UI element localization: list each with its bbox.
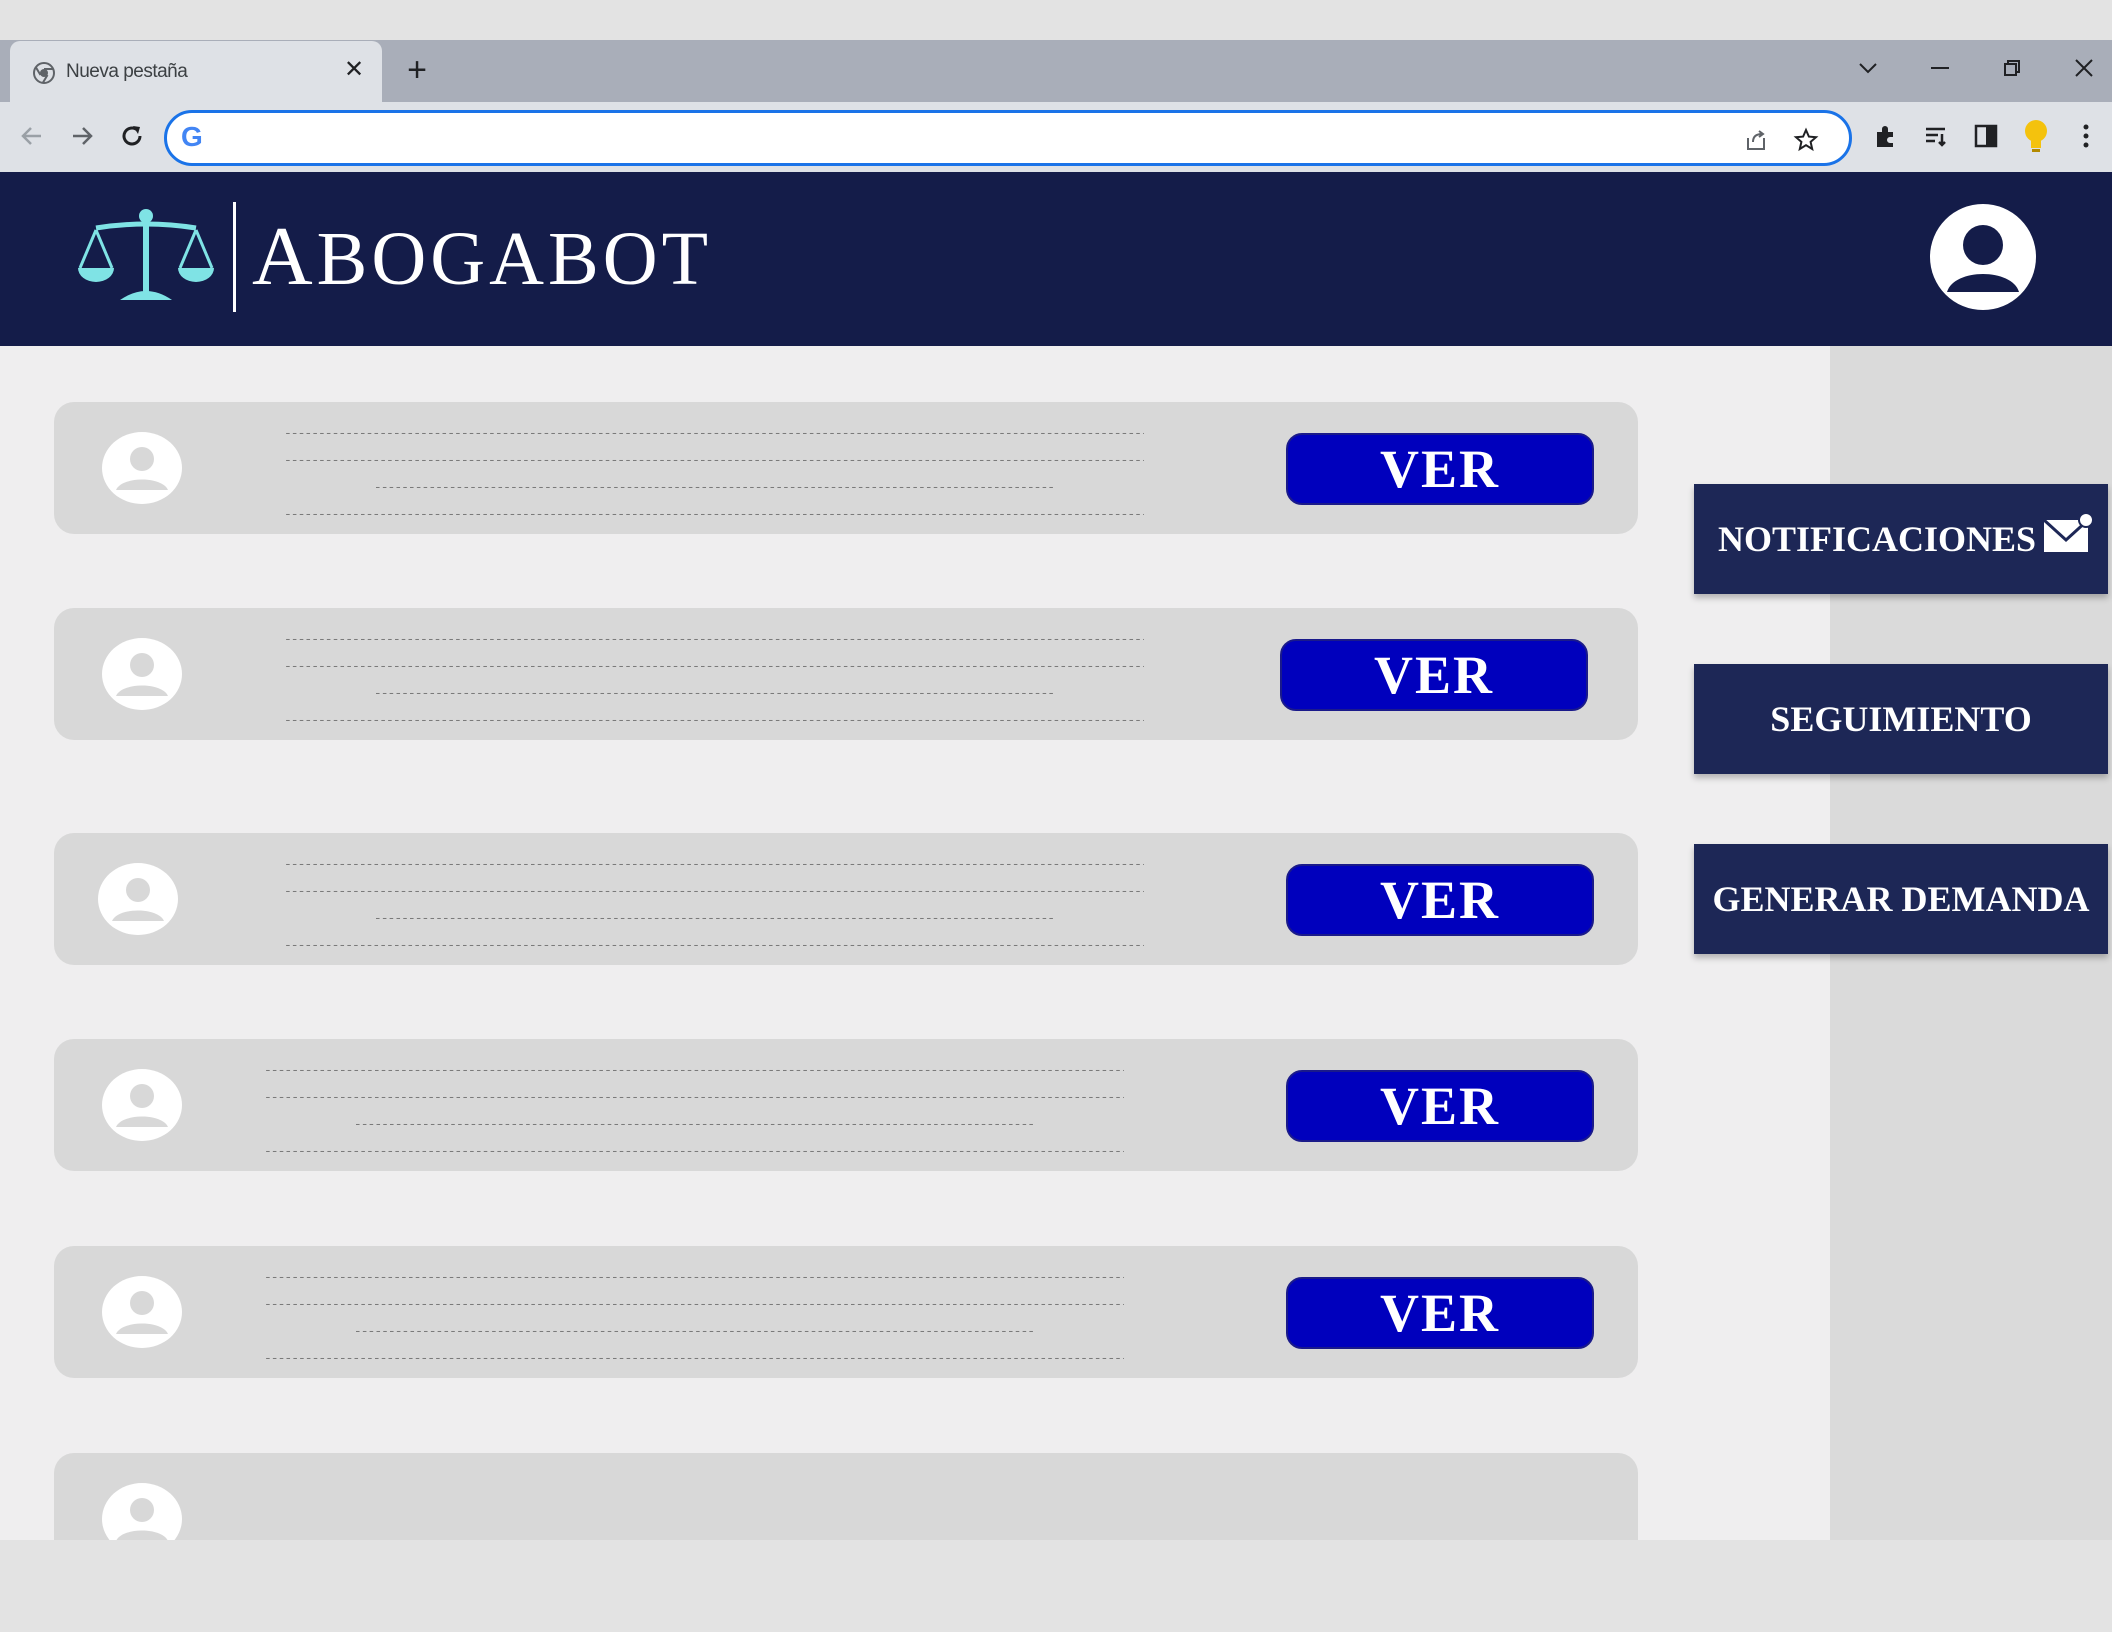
view-case-button[interactable]: VER [1286,433,1594,505]
case-summary: ----------------------------------------… [264,1057,1124,1165]
google-icon: G [181,121,203,152]
case-text-line: ----------------------------------------… [284,857,1144,872]
browser-tab-strip: Nueva pestaña ✕ + [0,40,2112,102]
case-text-line: ----------------------------------------… [284,884,1144,899]
case-card: ----------------------------------------… [54,1246,1638,1378]
extensions-icon[interactable] [1866,116,1906,156]
case-summary: ----------------------------------------… [284,626,1144,734]
share-icon[interactable] [1739,123,1773,157]
case-card: ----------------------------------------… [54,833,1638,965]
reading-list-icon[interactable] [1916,116,1956,156]
case-list: ----------------------------------------… [0,346,1830,1540]
brand-initial: A [252,210,317,303]
case-text-line: ----------------------------------------… [284,507,1144,522]
case-text-line: ----------------------------------------… [284,453,1144,468]
case-text-line: ----------------------------------------… [284,659,1144,674]
case-text-line: ----------------------------------------… [284,938,1144,953]
case-text-line: ----------------------------------------… [264,1090,1124,1105]
user-avatar-icon [98,863,178,935]
user-avatar-icon [102,432,182,504]
logo-divider [233,202,236,312]
case-text-line: ----------------------------------------… [353,1117,1035,1132]
view-case-button[interactable]: VER [1286,864,1594,936]
minimize-icon[interactable] [1918,48,1962,88]
tracking-button[interactable]: SEGUIMIENTO [1694,664,2108,774]
chrome-icon [32,61,56,85]
generate-lawsuit-button[interactable]: GENERAR DEMANDA [1694,844,2108,954]
case-text-line: ----------------------------------------… [284,713,1144,728]
forward-icon[interactable] [62,116,102,156]
case-text-line: ----------------------------------------… [264,1063,1124,1078]
case-card [54,1453,1638,1540]
mail-icon [2042,512,2094,556]
user-avatar-icon[interactable] [1930,204,2036,310]
address-bar[interactable]: G [164,110,1852,166]
case-text-line: ----------------------------------------… [373,480,1055,495]
case-summary: ----------------------------------------… [264,1264,1124,1372]
case-card: ----------------------------------------… [54,1039,1638,1171]
notifications-button[interactable]: NOTIFICACIONES [1694,484,2108,594]
brand-name[interactable]: ABOGABOT [252,214,712,302]
chevron-down-icon[interactable] [1846,48,1890,88]
close-window-icon[interactable] [2062,48,2106,88]
case-text-line: ----------------------------------------… [264,1144,1124,1159]
case-text-line: ----------------------------------------… [264,1351,1124,1366]
kebab-menu-icon[interactable] [2066,116,2106,156]
case-text-line: ----------------------------------------… [373,911,1055,926]
tab-title: Nueva pestaña [66,61,188,82]
generate-lawsuit-label: GENERAR DEMANDA [1712,879,2090,919]
side-panel-icon[interactable] [1966,116,2006,156]
star-icon[interactable] [1789,123,1823,157]
case-text-line: ----------------------------------------… [284,632,1144,647]
view-case-button[interactable]: VER [1280,639,1588,711]
tracking-label: SEGUIMIENTO [1770,699,2032,739]
restore-icon[interactable] [1990,48,2034,88]
new-tab-button[interactable]: + [398,51,436,89]
brand-rest: BOGABOT [316,217,713,301]
user-avatar-icon [102,1069,182,1141]
case-text-line: ----------------------------------------… [373,686,1055,701]
user-avatar-icon [102,1483,182,1540]
user-avatar-icon [102,1276,182,1348]
bottom-margin [0,1540,2112,1632]
address-input[interactable] [217,119,1717,157]
tab-close-icon[interactable]: ✕ [338,53,370,85]
browser-tab[interactable]: Nueva pestaña ✕ [10,41,382,102]
bulb-icon[interactable] [2016,116,2056,156]
reload-icon[interactable] [112,116,152,156]
notifications-label: NOTIFICACIONES [1718,519,2037,559]
case-text-line: ----------------------------------------… [284,426,1144,441]
case-text-line: ----------------------------------------… [353,1324,1035,1339]
case-summary: ----------------------------------------… [284,851,1144,959]
case-summary: ----------------------------------------… [284,420,1144,528]
back-icon[interactable] [12,116,52,156]
case-text-line: ----------------------------------------… [264,1270,1124,1285]
browser-toolbar: G [0,102,2112,172]
case-card: ----------------------------------------… [54,402,1638,534]
view-case-button[interactable]: VER [1286,1277,1594,1349]
case-text-line: ----------------------------------------… [264,1297,1124,1312]
user-avatar-icon [102,638,182,710]
app-header: ABOGABOT [0,172,2112,346]
scales-of-justice-icon [76,208,216,304]
view-case-button[interactable]: VER [1286,1070,1594,1142]
case-card: ----------------------------------------… [54,608,1638,740]
